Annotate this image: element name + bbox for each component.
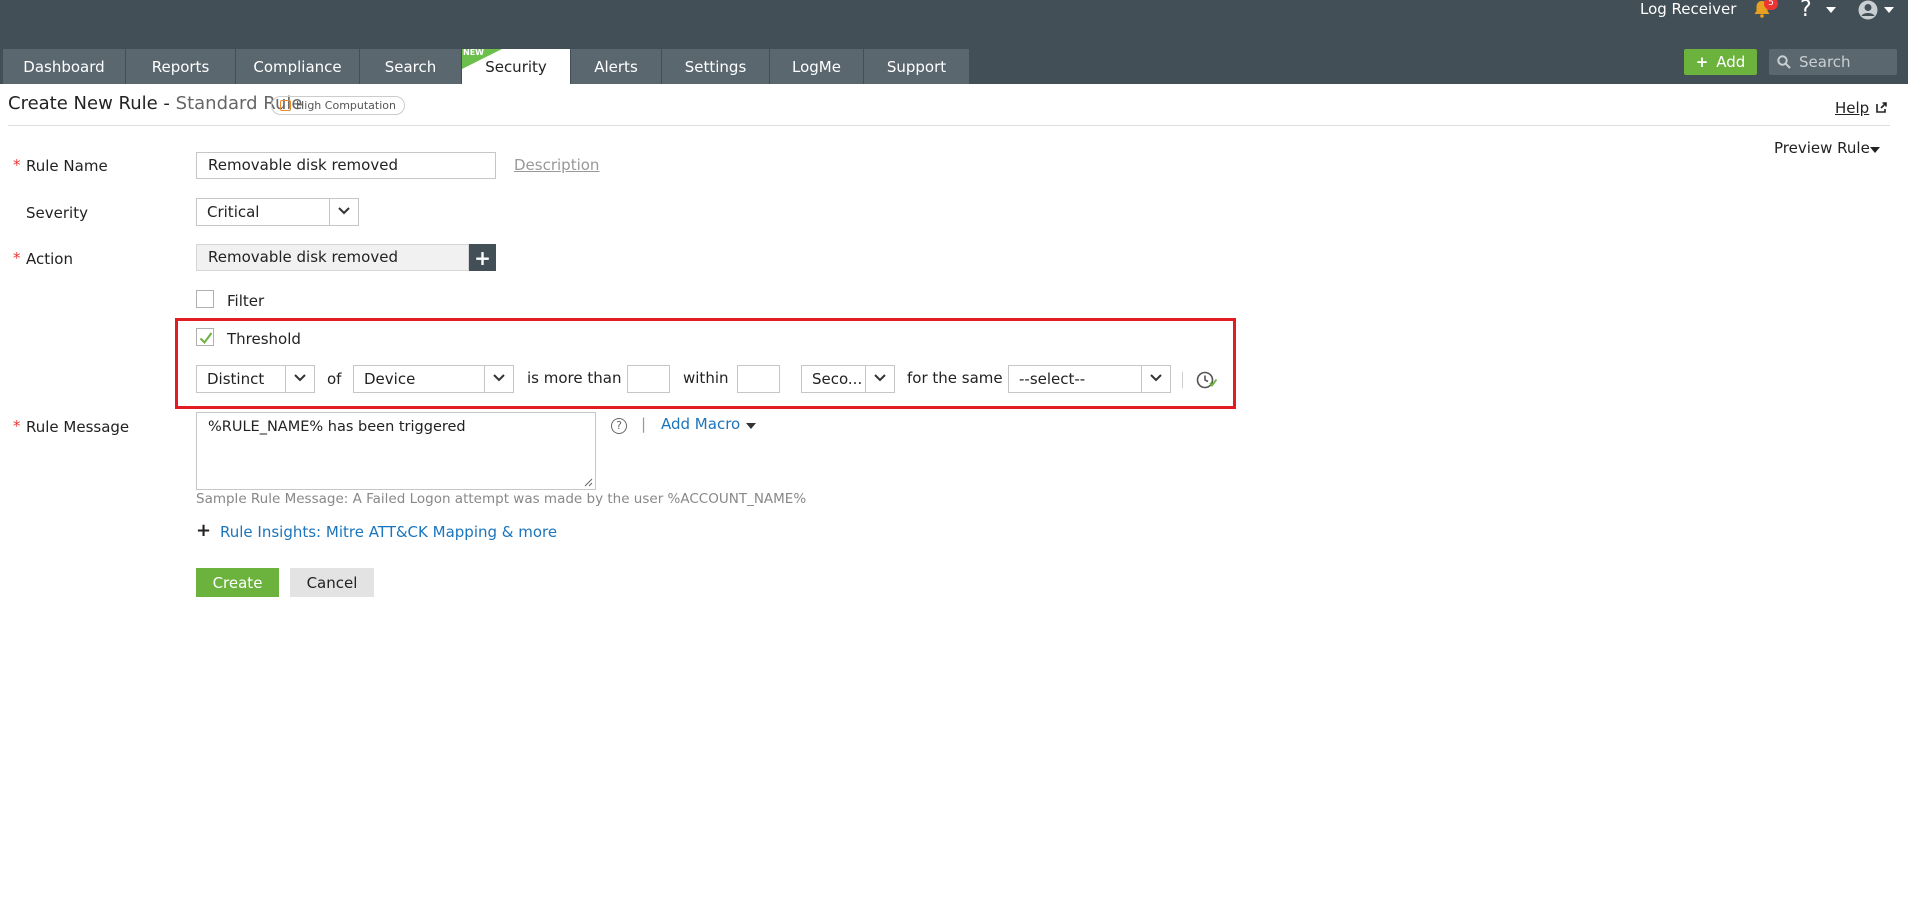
tab-settings[interactable]: Settings — [662, 49, 769, 84]
required-mark: * — [13, 417, 21, 435]
cancel-button[interactable]: Cancel — [290, 568, 374, 597]
for-the-same-label: for the same — [907, 369, 1003, 387]
macro-caret-icon[interactable] — [746, 423, 756, 429]
severity-label: Severity — [26, 204, 88, 222]
create-button[interactable]: Create — [196, 568, 279, 597]
preview-caret-icon[interactable] — [1870, 147, 1880, 153]
chevron-down-icon — [484, 366, 513, 392]
threshold-highlight-box — [175, 318, 1236, 409]
preview-rule-button[interactable]: Preview Rule — [1774, 139, 1870, 157]
chevron-down-icon — [865, 366, 894, 392]
rule-name-input[interactable]: Removable disk removed — [196, 152, 496, 179]
action-label: Action — [26, 250, 73, 268]
filter-checkbox[interactable] — [196, 290, 214, 308]
top-header: Log Receiver 5 ? Dashboard Reports Compl… — [0, 0, 1908, 84]
checkmark-icon — [199, 332, 213, 345]
threshold-time-input[interactable] — [737, 365, 780, 393]
threshold-checkbox[interactable] — [196, 328, 214, 346]
action-field[interactable]: Removable disk removed — [196, 244, 469, 271]
tab-alerts[interactable]: Alerts — [571, 49, 661, 84]
threshold-unit-select[interactable]: Seco... — [801, 365, 895, 393]
threshold-count-input[interactable] — [627, 365, 670, 393]
external-link-icon[interactable] — [1875, 101, 1888, 114]
chevron-down-icon — [329, 199, 358, 225]
page-title: Create New Rule - Standard Rule — [8, 93, 303, 114]
new-flag-label: NEW — [463, 48, 484, 57]
plus-icon: + — [474, 245, 491, 270]
description-link[interactable]: Description — [514, 156, 599, 174]
expand-plus-icon[interactable]: + — [196, 522, 211, 540]
threshold-same-select[interactable]: --select-- — [1008, 365, 1171, 393]
required-mark: * — [13, 156, 21, 174]
user-avatar-icon[interactable] — [1858, 0, 1878, 20]
title-divider — [8, 125, 1890, 126]
high-computation-badge: High Computation — [271, 96, 405, 115]
schedule-clock-icon[interactable] — [1196, 370, 1218, 390]
resize-handle-icon[interactable] — [583, 477, 593, 487]
threshold-label: Threshold — [227, 330, 301, 348]
chevron-down-icon — [1141, 366, 1170, 392]
computation-icon — [280, 100, 291, 111]
severity-select[interactable]: Critical — [196, 198, 359, 226]
add-button[interactable]: + Add — [1684, 49, 1757, 75]
rule-insights-link[interactable]: Rule Insights: Mitre ATT&CK Mapping & mo… — [220, 523, 557, 541]
tab-search[interactable]: Search — [360, 49, 461, 84]
tab-dashboard[interactable]: Dashboard — [3, 49, 125, 84]
rule-message-textarea[interactable]: %RULE_NAME% has been triggered — [196, 412, 596, 490]
log-receiver-link[interactable]: Log Receiver — [1640, 0, 1736, 18]
separator: | — [641, 415, 647, 433]
tab-compliance[interactable]: Compliance — [236, 49, 359, 84]
add-action-button[interactable]: + — [469, 244, 496, 271]
required-mark: * — [13, 249, 21, 267]
search-icon — [1777, 55, 1791, 69]
rule-name-label: Rule Name — [26, 157, 108, 175]
tab-reports[interactable]: Reports — [126, 49, 235, 84]
threshold-field-select[interactable]: Device — [353, 365, 514, 393]
plus-icon: + — [1695, 53, 1709, 71]
main-nav-tabs: Dashboard Reports Compliance Search NEW … — [3, 48, 970, 84]
within-label: within — [683, 369, 729, 387]
chevron-down-icon — [285, 366, 314, 392]
tab-support[interactable]: Support — [864, 49, 969, 84]
is-more-than-label: is more than — [527, 369, 622, 387]
tab-security[interactable]: NEW Security — [462, 48, 570, 84]
separator — [1182, 372, 1183, 388]
user-caret-icon[interactable] — [1884, 7, 1894, 13]
of-label: of — [327, 370, 342, 388]
help-icon[interactable]: ? — [1800, 0, 1812, 22]
message-help-icon[interactable]: ? — [611, 418, 627, 434]
sample-message-hint: Sample Rule Message: A Failed Logon atte… — [196, 491, 807, 507]
filter-label: Filter — [227, 292, 265, 310]
threshold-aggregate-select[interactable]: Distinct — [196, 365, 315, 393]
add-macro-link[interactable]: Add Macro — [661, 415, 740, 433]
help-caret-icon[interactable] — [1826, 7, 1836, 13]
help-link[interactable]: Help — [1835, 99, 1869, 117]
notification-count-badge: 5 — [1764, 0, 1778, 10]
tab-logme[interactable]: LogMe — [770, 49, 863, 84]
rule-message-label: Rule Message — [26, 418, 130, 436]
global-search-input[interactable]: Search — [1769, 49, 1897, 75]
